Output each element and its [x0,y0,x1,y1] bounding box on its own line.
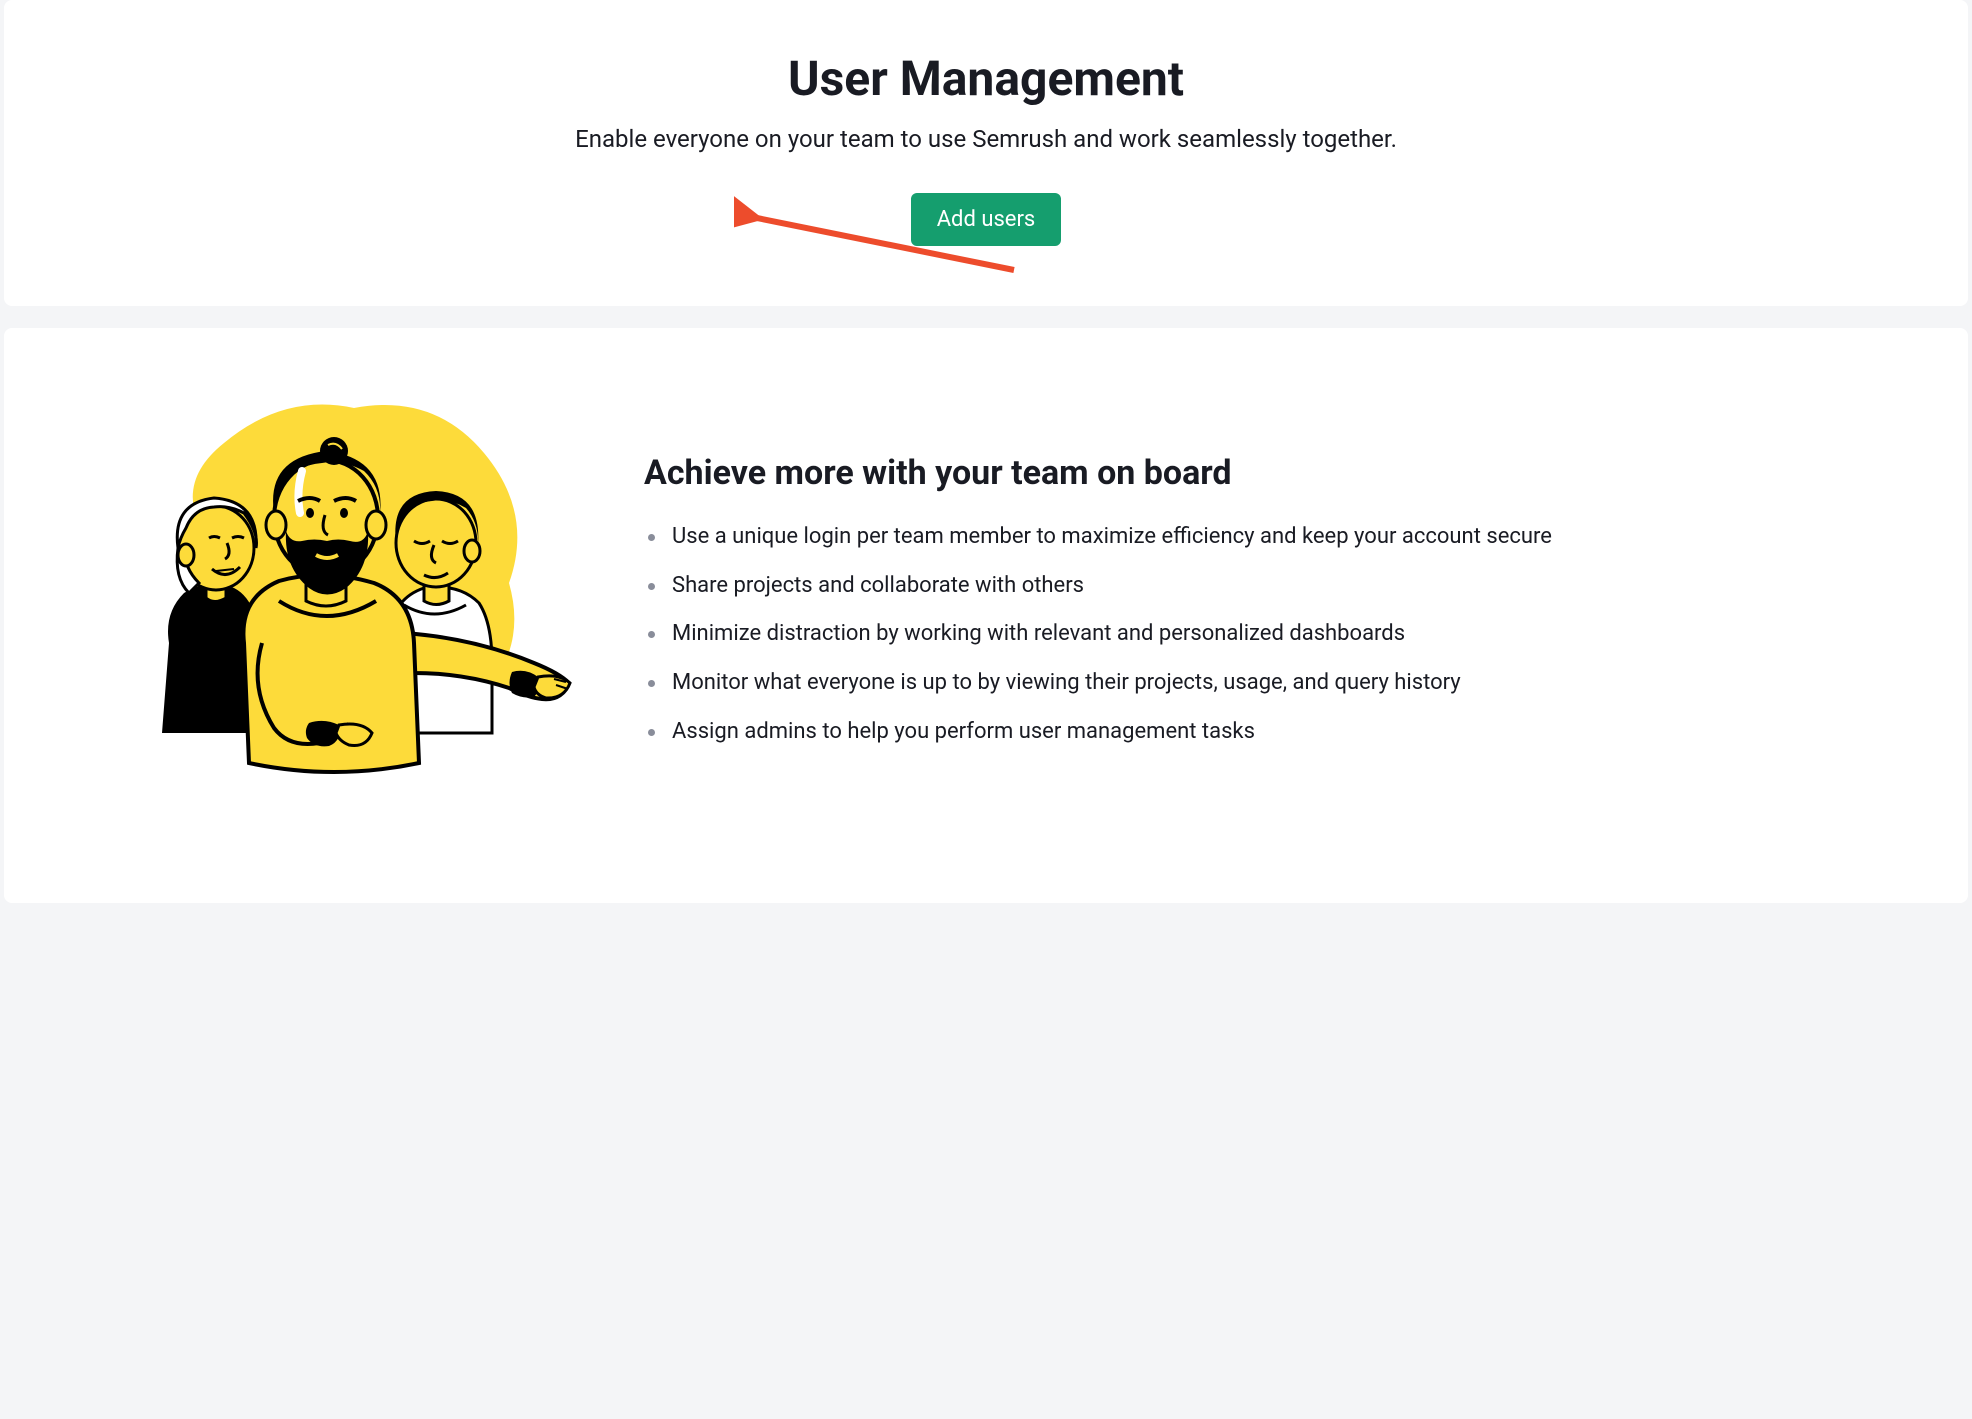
benefit-item: Minimize distraction by working with rel… [644,619,1868,650]
team-illustration [104,383,584,803]
content-heading: Achieve more with your team on board [644,453,1868,494]
team-people-icon [114,383,574,803]
header-card: User Management Enable everyone on your … [4,0,1968,306]
add-users-button[interactable]: Add users [911,193,1062,246]
benefit-item: Assign admins to help you perform user m… [644,717,1868,748]
content-card: Achieve more with your team on board Use… [4,328,1968,903]
content-text: Achieve more with your team on board Use… [644,383,1868,766]
page-subtitle: Enable everyone on your team to use Semr… [44,125,1928,153]
benefits-list: Use a unique login per team member to ma… [644,522,1868,748]
page-title: User Management [44,50,1928,107]
benefit-item: Use a unique login per team member to ma… [644,522,1868,553]
benefit-item: Monitor what everyone is up to by viewin… [644,668,1868,699]
benefit-item: Share projects and collaborate with othe… [644,571,1868,602]
